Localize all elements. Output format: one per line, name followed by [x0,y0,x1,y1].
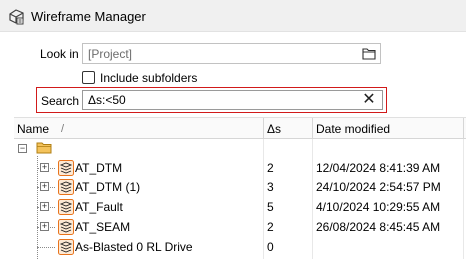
row-date: 12/04/2024 8:41:39 AM [316,161,441,175]
lookin-field[interactable]: [Project] [82,43,381,64]
row-date: 24/10/2024 2:54:57 PM [316,180,441,194]
table-row[interactable]: + AT_DTM (1) 3 24/10/2024 2:54:57 PM [14,178,466,197]
wireframe-icon [58,199,74,215]
column-header-date[interactable]: Date modified [316,122,390,136]
column-header-delta[interactable]: Δs [267,122,281,136]
include-subfolders-label: Include subfolders [100,71,198,85]
column-divider[interactable] [463,118,464,139]
expand-icon[interactable]: + [40,163,49,172]
clear-search-icon[interactable]: ✕ [361,92,377,108]
wireframe-icon [58,160,74,176]
column-header-name[interactable]: Name [17,122,49,136]
sort-indicator-icon: / [61,123,65,135]
row-name: AT_DTM [75,161,123,175]
row-delta: 2 [267,220,274,234]
row-name: AT_DTM (1) [75,180,141,194]
search-value: Δs:<50 [88,93,126,107]
tree-row-root[interactable]: − [14,139,466,158]
expand-icon[interactable]: + [40,202,49,211]
row-date: 4/10/2024 10:29:55 AM [316,200,441,214]
wireframe-icon [58,219,74,235]
table-row[interactable]: As-Blasted 0 RL Drive 0 [14,238,466,257]
browse-folder-icon[interactable] [362,47,376,60]
tree-line [37,247,55,248]
wireframe-icon [58,179,74,195]
row-delta: 0 [267,240,274,254]
row-delta: 2 [267,161,274,175]
row-delta: 5 [267,200,274,214]
collapse-icon[interactable]: − [18,144,27,153]
table-row[interactable]: + AT_Fault 5 4/10/2024 10:29:55 AM [14,198,466,217]
expand-icon[interactable]: + [40,222,49,231]
lookin-label: Look in [40,47,79,61]
grid-header: Name / Δs Date modified [14,117,466,139]
expand-icon[interactable]: + [40,182,49,191]
wireframe-tree-grid: − + AT_DTM 2 12/04/2024 8:41:39 AM + AT_… [14,139,466,259]
folder-icon [36,142,52,154]
window-title: Wireframe Manager [31,9,146,24]
wireframe-manager-icon [9,9,24,25]
wireframe-icon [58,239,74,255]
row-name: AT_SEAM [75,220,131,234]
title-bar: Wireframe Manager [0,0,466,32]
table-row[interactable]: + AT_DTM 2 12/04/2024 8:41:39 AM [14,159,466,178]
lookin-value: [Project] [88,47,133,61]
row-delta: 3 [267,180,274,194]
column-divider[interactable] [312,118,313,139]
column-divider[interactable] [263,118,264,139]
search-label: Search [41,94,80,108]
row-name: AT_Fault [75,200,123,214]
table-row[interactable]: + AT_SEAM 2 26/08/2024 8:45:45 AM [14,218,466,237]
include-subfolders-checkbox[interactable] [82,71,95,84]
row-name: As-Blasted 0 RL Drive [75,240,193,254]
row-date: 26/08/2024 8:45:45 AM [316,220,441,234]
search-input[interactable]: Δs:<50 ✕ [82,90,383,110]
